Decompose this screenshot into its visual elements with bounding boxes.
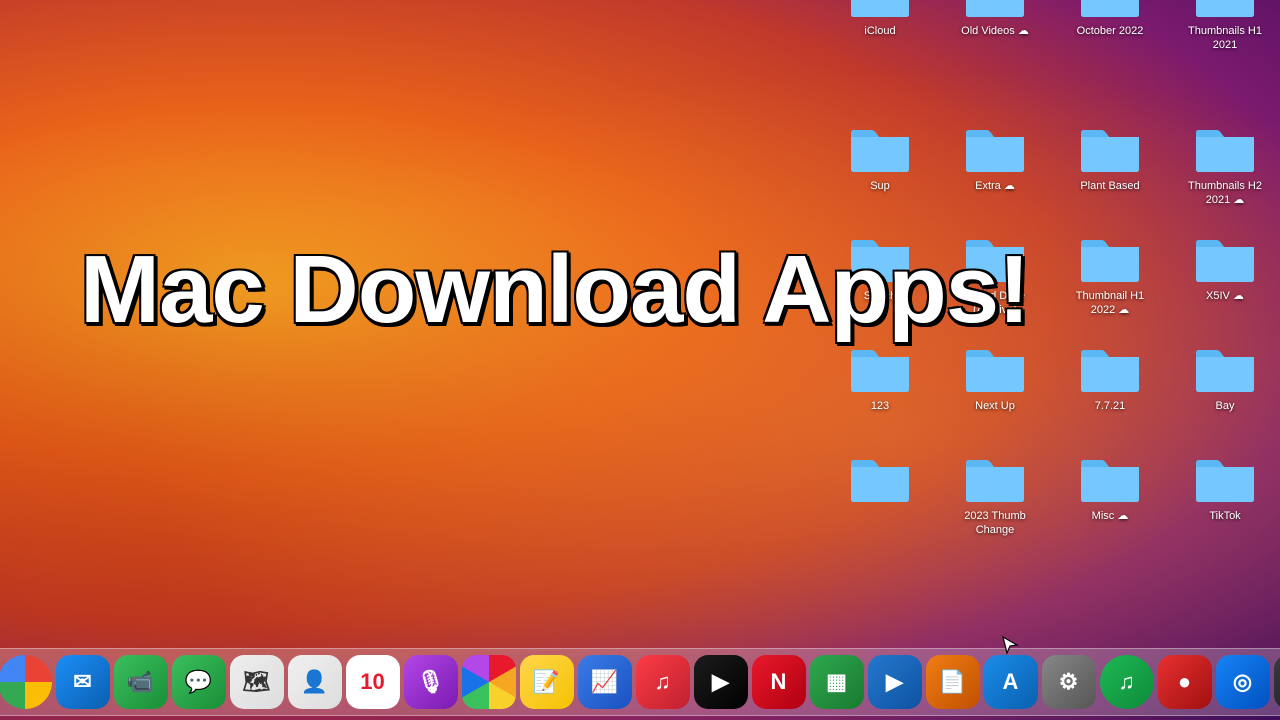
folder-item[interactable] xyxy=(830,445,930,517)
dock-item-mail[interactable]: ✉ xyxy=(56,655,110,709)
dock-item-chrome[interactable] xyxy=(0,655,52,709)
folder-item[interactable]: iCloud xyxy=(830,0,930,46)
folder-icon xyxy=(849,453,911,505)
dock-item-notes[interactable]: 📝 xyxy=(520,655,574,709)
folder-label: Misc ☁ xyxy=(1092,509,1129,523)
dock-item-pages[interactable]: 📄 xyxy=(926,655,980,709)
dock-item-numbers[interactable]: ▦ xyxy=(810,655,864,709)
folder-label: X5IV ☁ xyxy=(1206,289,1244,303)
folder-icon xyxy=(964,123,1026,175)
folder-icon xyxy=(1194,0,1256,20)
folder-icon xyxy=(964,453,1026,505)
folder-item[interactable]: Next Up xyxy=(945,335,1045,421)
title-overlay: Mac Download Apps! xyxy=(80,240,1029,341)
folder-icon xyxy=(849,343,911,395)
folder-label: Bay xyxy=(1216,399,1235,413)
dock-item-appstore[interactable]: A xyxy=(984,655,1038,709)
folder-item[interactable]: 7.7.21 xyxy=(1060,335,1160,421)
folder-item[interactable]: Sup xyxy=(830,115,930,201)
folder-item[interactable]: 2023 Thumb Change xyxy=(945,445,1045,546)
cursor xyxy=(1000,635,1020,655)
folder-label: October 2022 xyxy=(1077,24,1144,38)
folder-label: 7.7.21 xyxy=(1095,399,1126,413)
dock-item-grapher[interactable]: 📈 xyxy=(578,655,632,709)
dock-item-iphone[interactable]: 📱 xyxy=(1274,655,1280,709)
folder-label: TikTok xyxy=(1209,509,1240,523)
dock-item-spotify[interactable]: ♫ xyxy=(1100,655,1154,709)
folder-icon xyxy=(1194,233,1256,285)
folder-icon xyxy=(849,123,911,175)
folder-label: 123 xyxy=(871,399,889,413)
folder-item[interactable]: October 2022 xyxy=(1060,0,1160,46)
folder-icon xyxy=(1079,0,1141,20)
dock-item-appletv[interactable]: ▶ xyxy=(694,655,748,709)
dock-container: F⊞✉📹💬🗺👤10🎙📝📈♫▶N▦▶📄A⚙♫●◎📱🗑 xyxy=(0,640,1280,720)
dock-item-keynote[interactable]: ▶ xyxy=(868,655,922,709)
folder-icon xyxy=(964,343,1026,395)
folder-icon xyxy=(1194,453,1256,505)
folder-label: Next Up xyxy=(975,399,1015,413)
dock-item-facetime[interactable]: 📹 xyxy=(114,655,168,709)
folder-icon xyxy=(1079,343,1141,395)
dock-item-safari[interactable]: ◎ xyxy=(1216,655,1270,709)
dock-item-photos[interactable] xyxy=(462,655,516,709)
dock-item-messages[interactable]: 💬 xyxy=(172,655,226,709)
page-title: Mac Download Apps! xyxy=(80,240,1029,341)
folder-item[interactable]: TikTok xyxy=(1175,445,1275,531)
folder-label: Plant Based xyxy=(1080,179,1139,193)
dock-item-news[interactable]: N xyxy=(752,655,806,709)
folder-icon xyxy=(964,0,1026,20)
dock: F⊞✉📹💬🗺👤10🎙📝📈♫▶N▦▶📄A⚙♫●◎📱🗑 xyxy=(0,648,1280,716)
folder-item[interactable]: 123 xyxy=(830,335,930,421)
folder-icon xyxy=(1194,123,1256,175)
dock-item-music[interactable]: ♫ xyxy=(636,655,690,709)
folder-item[interactable]: Thumbnails H2 2021 ☁ xyxy=(1175,115,1275,216)
folder-label: Thumbnails H1 2021 xyxy=(1180,24,1270,53)
folder-item[interactable]: Thumbnails H1 2021 xyxy=(1175,0,1275,61)
folder-item[interactable]: Misc ☁ xyxy=(1060,445,1160,531)
folder-label: Sup xyxy=(870,179,890,193)
folder-item[interactable]: Thumbnail H1 2022 ☁ xyxy=(1060,225,1160,326)
folder-icon xyxy=(1079,123,1141,175)
folder-label: Old Videos ☁ xyxy=(961,24,1029,38)
dock-item-proxyman[interactable]: ● xyxy=(1158,655,1212,709)
folder-item[interactable]: X5IV ☁ xyxy=(1175,225,1275,311)
folder-label: Thumbnail H1 2022 ☁ xyxy=(1065,289,1155,318)
dock-item-systemprefs[interactable]: ⚙ xyxy=(1042,655,1096,709)
folder-label: Extra ☁ xyxy=(975,179,1015,193)
folder-item[interactable]: Extra ☁ xyxy=(945,115,1045,201)
folder-label: 2023 Thumb Change xyxy=(950,509,1040,538)
folder-icon xyxy=(1079,453,1141,505)
dock-item-maps[interactable]: 🗺 xyxy=(230,655,284,709)
folder-icon xyxy=(1194,343,1256,395)
dock-item-calendar[interactable]: 10 xyxy=(346,655,400,709)
folder-item[interactable]: Bay xyxy=(1175,335,1275,421)
folder-icon xyxy=(1079,233,1141,285)
folder-icon xyxy=(849,0,911,20)
folder-item[interactable]: Old Videos ☁ xyxy=(945,0,1045,46)
dock-item-contacts[interactable]: 👤 xyxy=(288,655,342,709)
folder-item[interactable]: Plant Based xyxy=(1060,115,1160,201)
desktop: Mac Download Apps! iCloud Old Videos ☁ O… xyxy=(0,0,1280,640)
folder-label: iCloud xyxy=(864,24,895,38)
folder-label: Thumbnails H2 2021 ☁ xyxy=(1180,179,1270,208)
dock-item-podcasts[interactable]: 🎙 xyxy=(404,655,458,709)
